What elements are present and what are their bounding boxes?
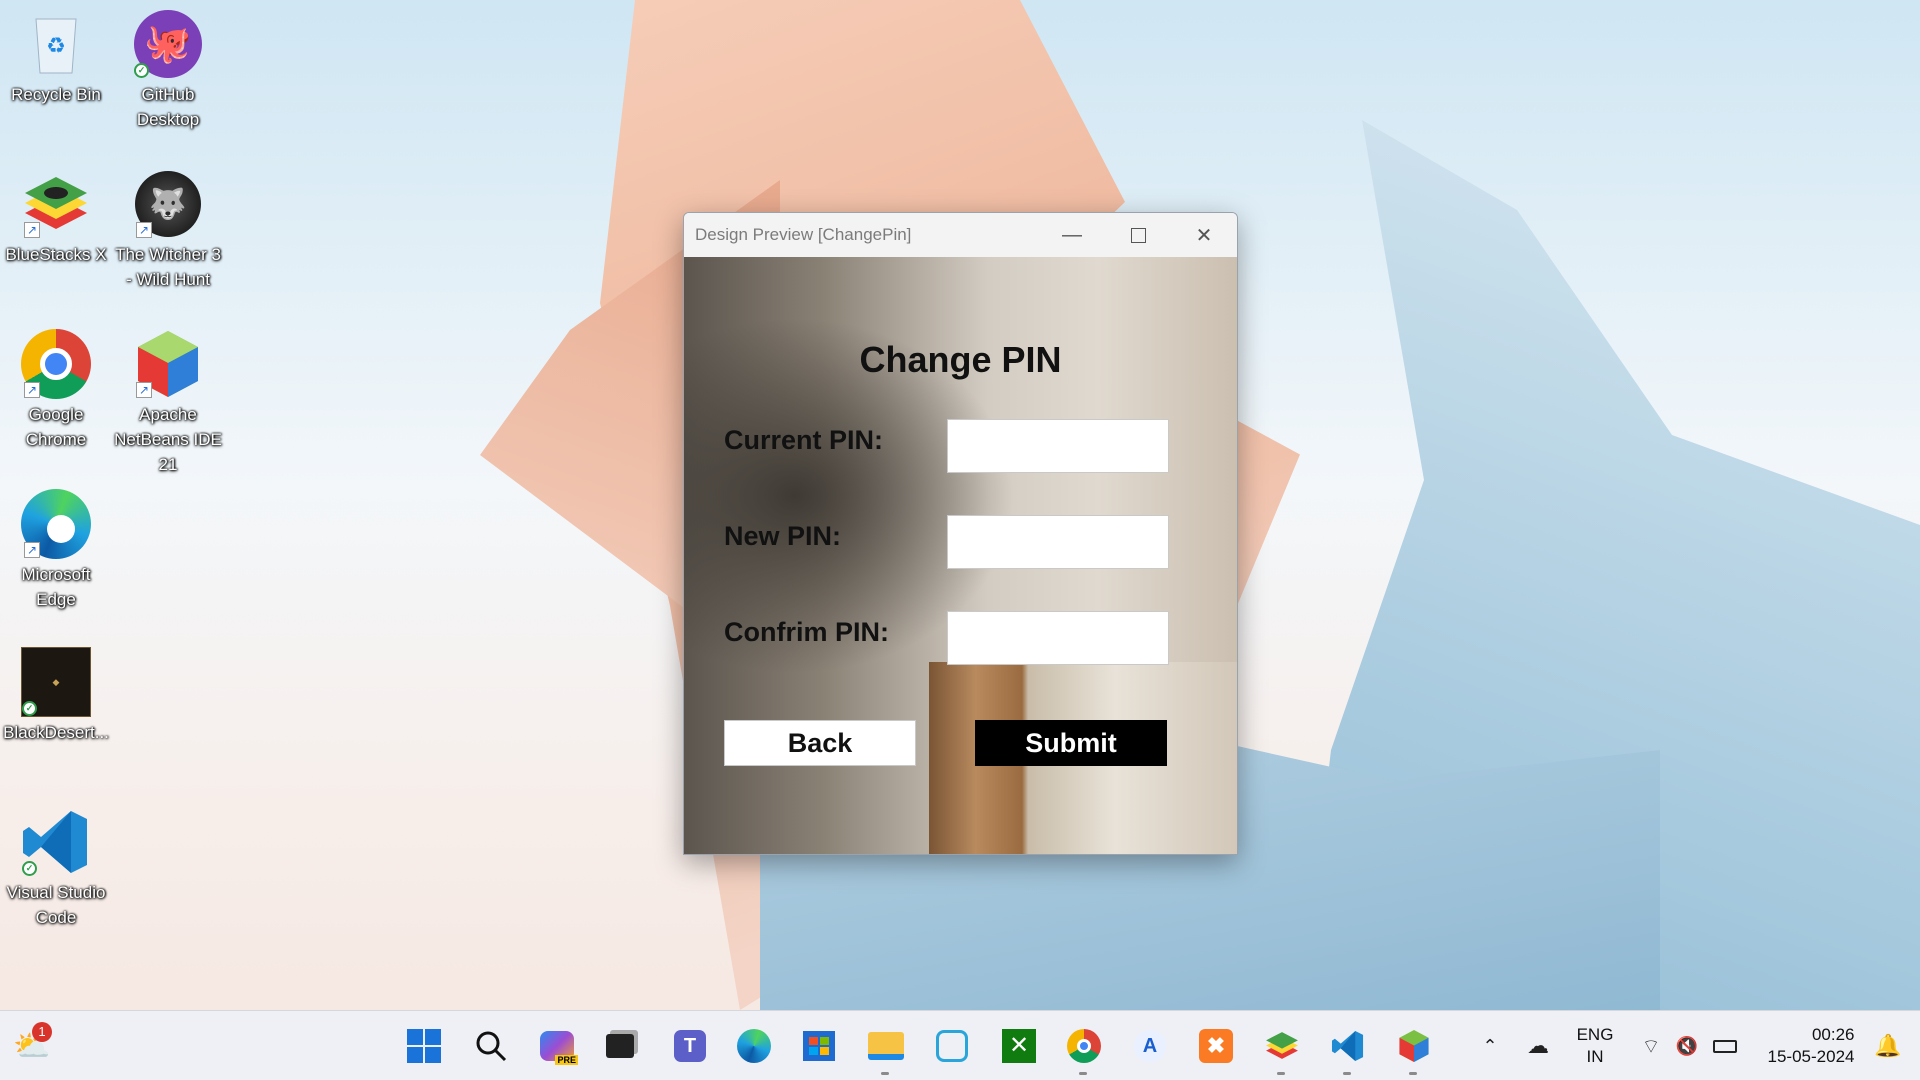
teams-icon: T	[674, 1030, 706, 1062]
search-button[interactable]	[469, 1024, 513, 1068]
wifi-icon: ⌔	[1641, 1035, 1661, 1058]
vscode-icon: ✓	[20, 806, 92, 878]
recycle-bin-icon: ♻	[20, 8, 92, 80]
onedrive-button[interactable]: ☁	[1520, 1011, 1556, 1080]
app-button[interactable]	[930, 1024, 974, 1068]
back-button[interactable]: Back	[724, 720, 916, 766]
change-pin-window: Design Preview [ChangePin] — ✕ Change PI…	[683, 212, 1238, 855]
chevron-up-icon: ⌃	[1482, 1035, 1498, 1056]
xampp-button[interactable]: ✖	[1194, 1024, 1238, 1068]
close-icon: ✕	[1195, 224, 1213, 247]
store-icon	[803, 1031, 835, 1061]
notification-badge: 1	[32, 1022, 52, 1042]
maximize-button[interactable]	[1105, 213, 1171, 257]
witcher-icon: 🐺 ↗	[132, 168, 204, 240]
translate-button[interactable]: A	[1128, 1024, 1172, 1068]
maximize-icon	[1130, 227, 1146, 243]
desktop-icon-recycle-bin[interactable]: ♻ Recycle Bin	[0, 8, 112, 107]
bluestacks-icon: ↗	[20, 168, 92, 240]
form-panel: Change PIN Current PIN: New PIN: Confrim…	[684, 257, 1237, 854]
volume-mute-icon: 🔇	[1675, 1035, 1699, 1056]
vscode-icon	[1331, 1030, 1364, 1062]
edge-taskbar-button[interactable]	[732, 1024, 776, 1068]
bell-icon: 🔔	[1874, 1033, 1902, 1058]
notifications-button[interactable]: 🔔	[1866, 1011, 1910, 1080]
svg-text:♻: ♻	[46, 33, 66, 58]
current-pin-input[interactable]	[947, 419, 1169, 473]
xbox-button[interactable]: ✕	[997, 1024, 1041, 1068]
language-text: ENG	[1576, 1025, 1614, 1044]
confirm-pin-input[interactable]	[947, 611, 1169, 665]
desktop-icon-github-desktop[interactable]: 🐙 ✓ GitHub Desktop	[112, 8, 224, 132]
app-icon	[936, 1030, 968, 1062]
desktop-icon-witcher[interactable]: 🐺 ↗ The Witcher 3 - Wild Hunt	[112, 168, 224, 292]
desktop-icon-vscode[interactable]: ✓ Visual Studio Code	[0, 806, 112, 930]
search-icon	[476, 1031, 507, 1062]
desktop-icon-netbeans[interactable]: ↗ Apache NetBeans IDE 21	[112, 328, 224, 477]
chrome-icon: ↗	[20, 328, 92, 400]
desktop-icon-edge[interactable]: ↗ Microsoft Edge	[0, 488, 112, 612]
github-desktop-icon: 🐙 ✓	[132, 8, 204, 80]
file-explorer-button[interactable]	[864, 1024, 908, 1075]
time-text: 00:26	[1811, 1025, 1855, 1044]
copilot-button[interactable]: PRE	[535, 1024, 579, 1068]
desktop-icon-blackdesert[interactable]: ◆ ✓ BlackDesert...	[0, 646, 112, 745]
chrome-icon	[1067, 1029, 1101, 1063]
page-title: Change PIN	[859, 339, 1062, 380]
task-view-button[interactable]	[598, 1024, 642, 1068]
blackdesert-icon: ◆ ✓	[20, 646, 92, 718]
edge-icon: ↗	[20, 488, 92, 560]
teams-button[interactable]: T	[668, 1024, 712, 1068]
netbeans-icon: ↗	[132, 328, 204, 400]
new-pin-input[interactable]	[947, 515, 1169, 569]
desktop-icon-chrome[interactable]: ↗ Google Chrome	[0, 328, 112, 452]
desktop-icon-bluestacks[interactable]: ↗ BlueStacks X	[0, 168, 112, 267]
start-icon	[407, 1029, 441, 1063]
title-bar[interactable]: Design Preview [ChangePin] — ✕	[684, 213, 1237, 257]
start-button[interactable]	[402, 1024, 446, 1068]
netbeans-icon	[1399, 1030, 1429, 1062]
task-view-icon	[606, 1034, 634, 1058]
battery-button[interactable]	[1708, 1011, 1742, 1080]
region-text: IN	[1586, 1047, 1604, 1066]
xampp-icon: ✖	[1199, 1029, 1233, 1063]
clock[interactable]: 00:26 15-05-2024	[1756, 1011, 1866, 1080]
bluestacks-taskbar-button[interactable]	[1260, 1024, 1304, 1075]
file-explorer-icon	[868, 1032, 904, 1060]
battery-icon	[1713, 1039, 1737, 1053]
weather-widget[interactable]: ⛅ 1	[10, 1022, 54, 1068]
taskbar: ⛅ 1 PRE T ✕ A ✖ ⌃ ☁ ENG IN ⌔ 🔇 00:26 15-…	[0, 1010, 1920, 1080]
volume-button[interactable]: 🔇	[1672, 1011, 1702, 1080]
chrome-taskbar-button[interactable]	[1062, 1024, 1106, 1075]
vscode-taskbar-button[interactable]	[1326, 1024, 1370, 1075]
date-text: 15-05-2024	[1767, 1047, 1855, 1066]
language-indicator[interactable]: ENG IN	[1570, 1011, 1620, 1080]
copilot-icon: PRE	[540, 1031, 578, 1065]
wifi-button[interactable]: ⌔	[1636, 1011, 1666, 1080]
show-hidden-icons-button[interactable]: ⌃	[1475, 1011, 1505, 1080]
current-pin-label: Current PIN:	[724, 425, 884, 455]
confirm-pin-label: Confrim PIN:	[724, 617, 889, 647]
window-title: Design Preview [ChangePin]	[695, 225, 912, 244]
submit-button[interactable]: Submit	[975, 720, 1167, 766]
minimize-button[interactable]: —	[1039, 213, 1105, 257]
close-button[interactable]: ✕	[1171, 213, 1237, 257]
netbeans-taskbar-button[interactable]	[1392, 1024, 1436, 1075]
edge-icon	[737, 1029, 771, 1063]
new-pin-label: New PIN:	[724, 521, 842, 551]
cloud-icon: ☁	[1527, 1033, 1549, 1058]
minimize-icon: —	[1062, 223, 1082, 246]
bluestacks-icon	[1266, 1032, 1298, 1059]
xbox-icon: ✕	[1002, 1029, 1036, 1063]
store-button[interactable]	[797, 1024, 841, 1068]
translate-icon: A	[1134, 1030, 1166, 1062]
